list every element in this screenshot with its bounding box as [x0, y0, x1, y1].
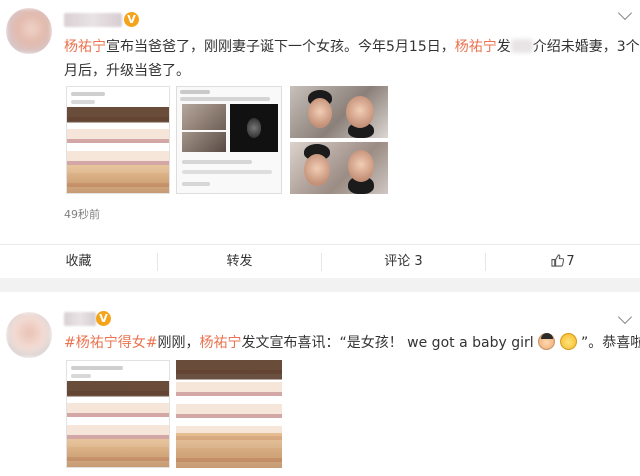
post-text: 杨祐宁宣布当爸爸了，刚刚妻子诞下一个女孩。今年5月15日，杨祐宁发 介绍未婚妻，3… — [64, 39, 640, 55]
post-image-social-screenshot[interactable] — [176, 86, 282, 194]
collect-button[interactable]: 收藏 — [0, 245, 157, 279]
username-blurred[interactable] — [64, 13, 122, 27]
girl-emoji-icon — [538, 333, 556, 350]
hashtag[interactable]: #杨祐宁得女# — [64, 335, 157, 351]
thumbs-up-icon — [551, 254, 565, 267]
post-text: #杨祐宁得女#刚刚，杨祐宁发文宣布喜讯：“是女孩！ we got a baby … — [64, 333, 640, 351]
mention-name[interactable]: 杨祐宁 — [455, 39, 497, 55]
avatar[interactable] — [6, 312, 52, 358]
repost-button[interactable]: 转发 — [158, 245, 321, 279]
comment-button[interactable]: 评论 3 — [322, 245, 485, 279]
like-count: 7 — [566, 254, 575, 269]
like-button[interactable]: 7 — [486, 245, 640, 279]
post-text-line2: 月后，升级当爸了。 — [64, 63, 190, 79]
post-image-couple-photos[interactable] — [290, 86, 388, 194]
username-blurred[interactable] — [64, 312, 96, 326]
timestamp[interactable]: 49秒前 — [64, 206, 100, 222]
post-card-1: V 杨祐宁宣布当爸爸了，刚刚妻子诞下一个女孩。今年5月15日，杨祐宁发 介绍未婚妻… — [0, 0, 640, 278]
verified-badge: V — [96, 311, 111, 326]
avatar[interactable] — [6, 8, 52, 54]
mention-name[interactable]: 杨祐宁 — [199, 335, 241, 351]
post-image-cake-screenshot[interactable] — [66, 86, 170, 194]
post-image-cake-2[interactable] — [176, 360, 282, 468]
mention-name[interactable]: 杨祐宁 — [64, 39, 106, 55]
blurred-text — [510, 39, 533, 53]
post-image-cake-1[interactable] — [66, 360, 170, 468]
verified-badge: V — [124, 12, 139, 27]
smile-emoji-icon — [559, 333, 577, 350]
action-bar: 收藏 转发 评论 3 7 — [0, 244, 640, 278]
chevron-down-icon[interactable] — [617, 5, 633, 21]
